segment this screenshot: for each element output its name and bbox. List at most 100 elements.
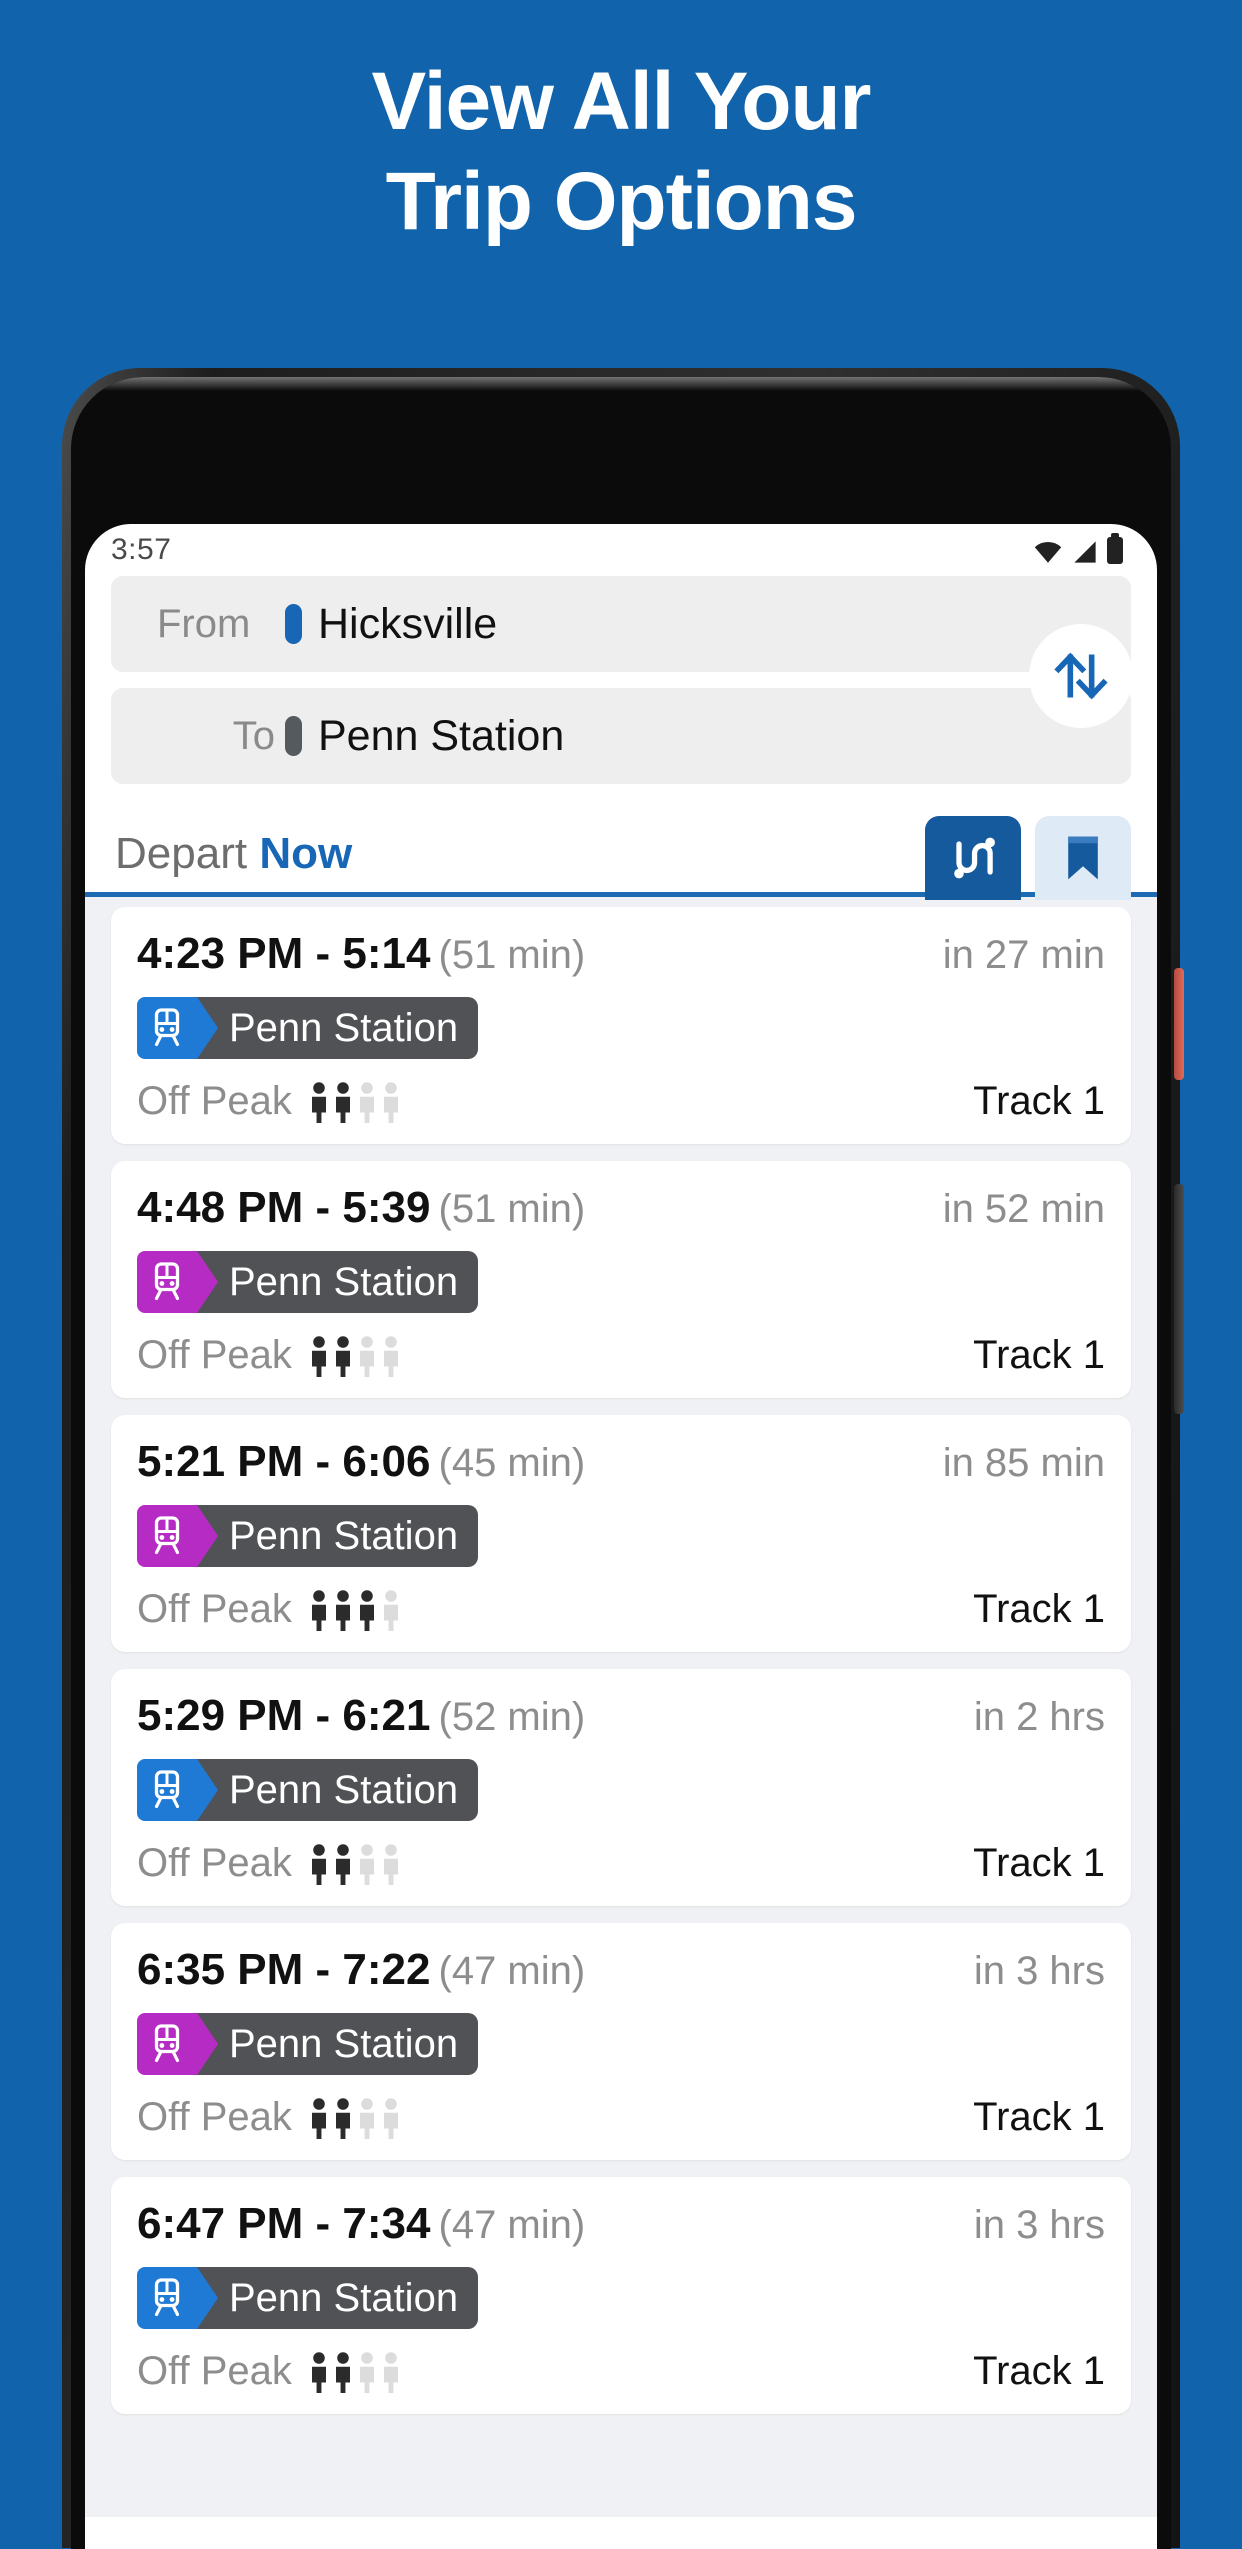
train-icon bbox=[137, 2267, 218, 2329]
trip-card[interactable]: 4:23 PM - 5:14 (51 min) in 27 min Penn Stat… bbox=[111, 907, 1131, 1144]
route-badge: Penn Station bbox=[137, 997, 479, 1059]
person-icon bbox=[311, 1081, 326, 1123]
to-field[interactable]: To Penn Station bbox=[111, 688, 1131, 784]
fare-and-occupancy: Off Peak bbox=[137, 1587, 402, 1632]
from-value: Hicksville bbox=[318, 599, 498, 648]
status-bar-icons bbox=[1033, 532, 1123, 564]
occupancy-indicator bbox=[308, 1081, 402, 1123]
person-icon bbox=[311, 2351, 326, 2393]
occupancy-indicator bbox=[308, 2097, 402, 2139]
track-number: Track 1 bbox=[973, 1841, 1105, 1885]
trip-arrive-time: 7:34 bbox=[342, 2199, 431, 2248]
trip-arrive-time: 5:14 bbox=[342, 929, 431, 978]
trip-card-footer: Off Peak Track 1 bbox=[137, 1841, 1105, 1886]
person-icon bbox=[359, 1335, 374, 1377]
phone-mockup: 3:57 From Hicksville To Penn Station Dep… bbox=[62, 368, 1184, 2549]
train-icon bbox=[137, 1251, 218, 1313]
occupancy-indicator bbox=[308, 2351, 402, 2393]
swap-stations-button[interactable] bbox=[1029, 624, 1133, 728]
trip-route-badge-row: Penn Station bbox=[137, 997, 1105, 1059]
trip-card-header: 6:47 PM - 7:34 (47 min) in 3 hrs bbox=[137, 2199, 1105, 2249]
trip-time-dash: - bbox=[315, 1437, 331, 1486]
route-badge: Penn Station bbox=[137, 2267, 479, 2329]
route-badge: Penn Station bbox=[137, 1251, 479, 1313]
trip-route-badge-row: Penn Station bbox=[137, 1251, 1105, 1313]
occupancy-indicator bbox=[308, 1335, 402, 1377]
fare-type: Off Peak bbox=[137, 1333, 292, 1377]
trip-card-header: 4:23 PM - 5:14 (51 min) in 27 min bbox=[137, 929, 1105, 979]
trip-depart-time: 5:29 PM bbox=[137, 1691, 304, 1740]
power-button[interactable] bbox=[1174, 968, 1184, 1080]
trip-search-panel: From Hicksville To Penn Station bbox=[85, 576, 1157, 784]
saved-trips-button[interactable] bbox=[1035, 816, 1131, 900]
fare-and-occupancy: Off Peak bbox=[137, 2349, 402, 2394]
trip-arrive-time: 6:21 bbox=[342, 1691, 431, 1740]
trip-time-dash: - bbox=[315, 1945, 331, 1994]
trip-card-footer: Off Peak Track 1 bbox=[137, 2349, 1105, 2394]
route-badge: Penn Station bbox=[137, 1759, 479, 1821]
trip-card-footer: Off Peak Track 1 bbox=[137, 1333, 1105, 1378]
trip-depart-time: 4:23 PM bbox=[137, 929, 304, 978]
trip-card[interactable]: 4:48 PM - 5:39 (51 min) in 52 min Penn Stat… bbox=[111, 1161, 1131, 1398]
person-icon bbox=[359, 1589, 374, 1631]
volume-button[interactable] bbox=[1174, 1184, 1184, 1414]
trip-times: 6:35 PM - 7:22 (47 min) bbox=[137, 1945, 585, 1995]
page-title-line-1: View All Your bbox=[371, 56, 872, 147]
trip-route-button[interactable] bbox=[925, 816, 1021, 900]
trip-arrive-time: 7:22 bbox=[342, 1945, 431, 1994]
fare-and-occupancy: Off Peak bbox=[137, 1333, 402, 1378]
trip-duration: (51 min) bbox=[438, 1187, 586, 1231]
trip-times: 4:23 PM - 5:14 (51 min) bbox=[137, 929, 585, 979]
trip-card-header: 5:29 PM - 6:21 (52 min) in 2 hrs bbox=[137, 1691, 1105, 1741]
person-icon bbox=[383, 2351, 398, 2393]
person-icon bbox=[335, 2097, 350, 2139]
trip-time-dash: - bbox=[315, 1691, 331, 1740]
trip-times: 5:21 PM - 6:06 (45 min) bbox=[137, 1437, 585, 1487]
status-bar-clock: 3:57 bbox=[111, 533, 172, 566]
from-label: From bbox=[157, 601, 251, 646]
route-destination: Penn Station bbox=[193, 1505, 479, 1567]
phone-screen: 3:57 From Hicksville To Penn Station Dep… bbox=[85, 524, 1157, 2549]
person-icon bbox=[359, 2351, 374, 2393]
trip-times: 4:48 PM - 5:39 (51 min) bbox=[137, 1183, 585, 1233]
person-icon bbox=[383, 1081, 398, 1123]
trip-time-dash: - bbox=[315, 2199, 331, 2248]
route-destination: Penn Station bbox=[193, 1251, 479, 1313]
trip-depart-time: 5:21 PM bbox=[137, 1437, 304, 1486]
person-icon bbox=[335, 1843, 350, 1885]
trip-card[interactable]: 6:47 PM - 7:34 (47 min) in 3 hrs Penn Stati… bbox=[111, 2177, 1131, 2414]
bezel-highlight bbox=[71, 377, 1171, 497]
depart-value: Now bbox=[259, 829, 353, 878]
route-destination: Penn Station bbox=[193, 997, 479, 1059]
trip-route-badge-row: Penn Station bbox=[137, 1505, 1105, 1567]
trip-eta: in 3 hrs bbox=[973, 2203, 1105, 2247]
trip-card[interactable]: 5:29 PM - 6:21 (52 min) in 2 hrs Penn Stati… bbox=[111, 1669, 1131, 1906]
swap-vertical-icon bbox=[1054, 652, 1108, 700]
fare-type: Off Peak bbox=[137, 1841, 292, 1885]
trip-duration: (51 min) bbox=[438, 933, 586, 977]
phone-bezel: 3:57 From Hicksville To Penn Station Dep… bbox=[71, 377, 1171, 2549]
person-icon bbox=[335, 1589, 350, 1631]
person-icon bbox=[335, 1081, 350, 1123]
person-icon bbox=[311, 2097, 326, 2139]
trip-results-list[interactable]: 4:23 PM - 5:14 (51 min) in 27 min Penn Stat… bbox=[85, 897, 1157, 2517]
depart-time-selector[interactable]: Depart Now bbox=[115, 829, 352, 879]
trip-card[interactable]: 6:35 PM - 7:22 (47 min) in 3 hrs Penn Stati… bbox=[111, 1923, 1131, 2160]
fare-type: Off Peak bbox=[137, 2349, 292, 2393]
route-destination: Penn Station bbox=[193, 2267, 479, 2329]
fare-type: Off Peak bbox=[137, 1079, 292, 1123]
from-field[interactable]: From Hicksville bbox=[111, 576, 1131, 672]
trip-time-dash: - bbox=[315, 929, 331, 978]
trip-route-badge-row: Penn Station bbox=[137, 2267, 1105, 2329]
trip-card[interactable]: 5:21 PM - 6:06 (45 min) in 85 min Penn Stat… bbox=[111, 1415, 1131, 1652]
page-title: View All Your Trip Options bbox=[0, 52, 1242, 252]
route-badge: Penn Station bbox=[137, 2013, 479, 2075]
track-number: Track 1 bbox=[973, 1333, 1105, 1377]
train-icon bbox=[137, 2013, 218, 2075]
person-icon bbox=[383, 1843, 398, 1885]
person-icon bbox=[311, 1335, 326, 1377]
person-icon bbox=[359, 2097, 374, 2139]
trip-times: 5:29 PM - 6:21 (52 min) bbox=[137, 1691, 585, 1741]
track-number: Track 1 bbox=[973, 2095, 1105, 2139]
trip-arrive-time: 5:39 bbox=[342, 1183, 431, 1232]
